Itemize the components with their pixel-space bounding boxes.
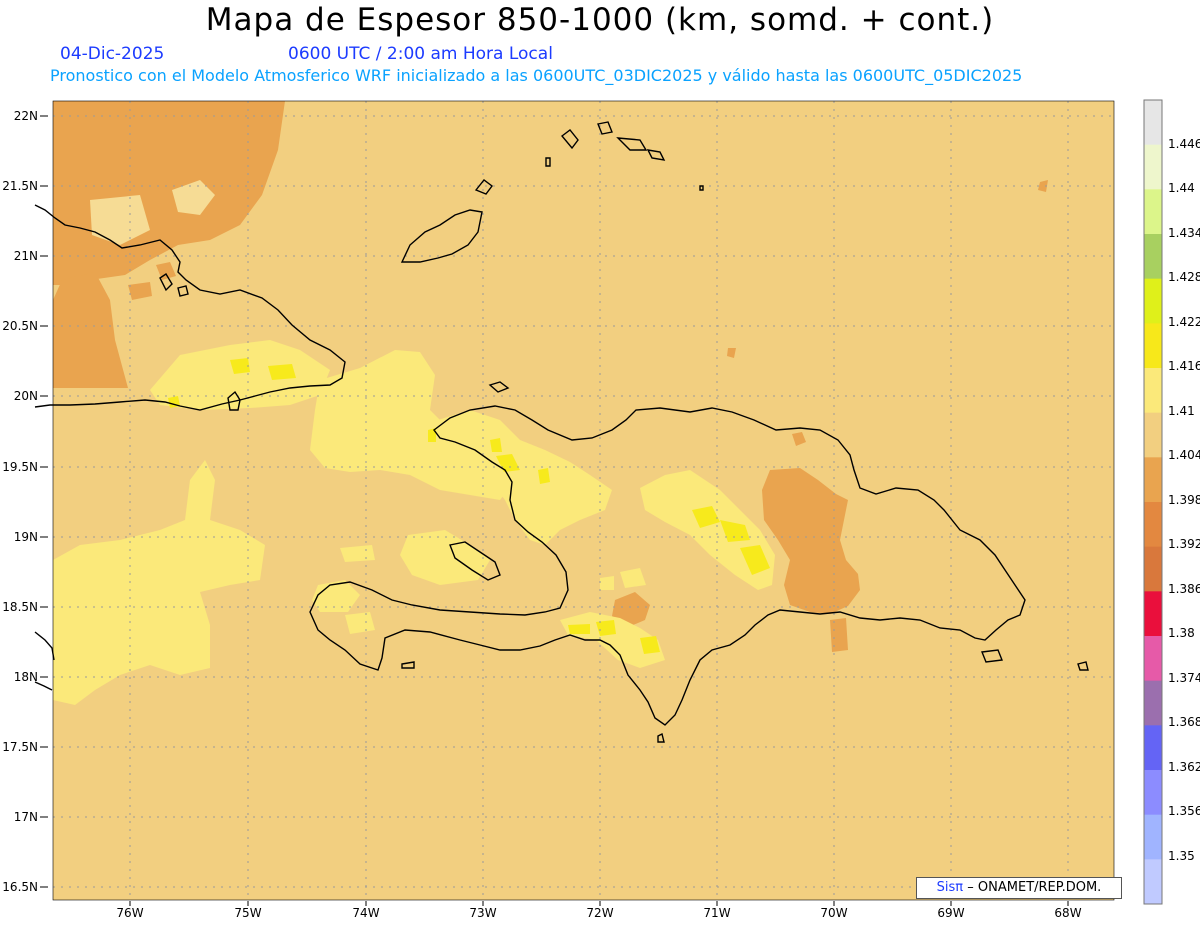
colorbar-label: 1.398: [1168, 493, 1200, 507]
lat-label: 17N: [14, 810, 38, 824]
lon-label: 75W: [234, 906, 261, 920]
colorbar-label: 1.356: [1168, 804, 1200, 818]
colorbar-swatch: [1144, 770, 1162, 816]
colorbar-swatch: [1144, 323, 1162, 369]
lat-label: 22N: [14, 109, 38, 123]
lon-label: 73W: [469, 906, 496, 920]
lat-label: 21.5N: [2, 179, 38, 193]
lon-label: 74W: [352, 906, 379, 920]
credit-brand: Sisπ: [936, 880, 964, 895]
colorbar-label: 1.44: [1168, 181, 1195, 195]
colorbar-label: 1.368: [1168, 715, 1200, 729]
colorbar-label: 1.35: [1168, 849, 1195, 863]
colorbar-labels: 1.446 1.44 1.434 1.428 1.422 1.416 1.41 …: [1168, 137, 1200, 863]
colorbar-swatch: [1144, 546, 1162, 592]
colorbar: [1143, 99, 1163, 905]
colorbar-label: 1.362: [1168, 760, 1200, 774]
colorbar-label: 1.38: [1168, 626, 1195, 640]
credit-text: – ONAMET/REP.DOM.: [967, 880, 1102, 895]
lat-label: 16.5N: [2, 880, 38, 894]
colorbar-swatch: [1144, 636, 1162, 682]
colorbar-swatch: [1144, 859, 1162, 905]
colorbar-label: 1.374: [1168, 671, 1200, 685]
colorbar-swatch: [1144, 278, 1162, 324]
colorbar-swatch: [1144, 100, 1162, 146]
colorbar-label: 1.392: [1168, 537, 1200, 551]
colorbar-swatch: [1144, 189, 1162, 235]
lon-label: 70W: [820, 906, 847, 920]
lat-label: 19.5N: [2, 460, 38, 474]
colorbar-label: 1.386: [1168, 582, 1200, 596]
colorbar-label: 1.428: [1168, 270, 1200, 284]
thickness-map: 22N 21.5N 21N 20.5N 20N 19.5N 19N 18.5N …: [2, 99, 1200, 920]
colorbar-swatch: [1144, 814, 1162, 860]
lat-label: 17.5N: [2, 740, 38, 754]
lon-label: 72W: [586, 906, 613, 920]
colorbar-swatch: [1144, 234, 1162, 280]
colorbar-swatch: [1144, 368, 1162, 414]
latitude-labels: 22N 21.5N 21N 20.5N 20N 19.5N 19N 18.5N …: [2, 109, 38, 894]
colorbar-swatch: [1144, 502, 1162, 548]
colorbar-swatch: [1144, 591, 1162, 637]
colorbar-label: 1.446: [1168, 137, 1200, 151]
credit-box: Sisπ – ONAMET/REP.DOM.: [916, 877, 1122, 899]
lat-label: 21N: [14, 249, 38, 263]
lat-label: 19N: [14, 530, 38, 544]
colorbar-label: 1.404: [1168, 448, 1200, 462]
lon-label: 76W: [116, 906, 143, 920]
colorbar-swatch: [1144, 144, 1162, 190]
lon-label: 68W: [1054, 906, 1081, 920]
colorbar-swatch: [1144, 725, 1162, 771]
colorbar-label: 1.422: [1168, 315, 1200, 329]
lat-label: 18N: [14, 670, 38, 684]
colorbar-swatch: [1144, 680, 1162, 726]
lat-label: 18.5N: [2, 600, 38, 614]
colorbar-swatch: [1144, 412, 1162, 458]
longitude-labels: 76W 75W 74W 73W 72W 71W 70W 69W 68W: [116, 906, 1081, 920]
lon-label: 71W: [703, 906, 730, 920]
lon-label: 69W: [937, 906, 964, 920]
colorbar-label: 1.416: [1168, 359, 1200, 373]
colorbar-label: 1.434: [1168, 226, 1200, 240]
lat-label: 20N: [14, 389, 38, 403]
lat-label: 20.5N: [2, 319, 38, 333]
colorbar-label: 1.41: [1168, 404, 1195, 418]
latitude-ticks: [40, 115, 48, 888]
colorbar-swatch: [1144, 457, 1162, 503]
